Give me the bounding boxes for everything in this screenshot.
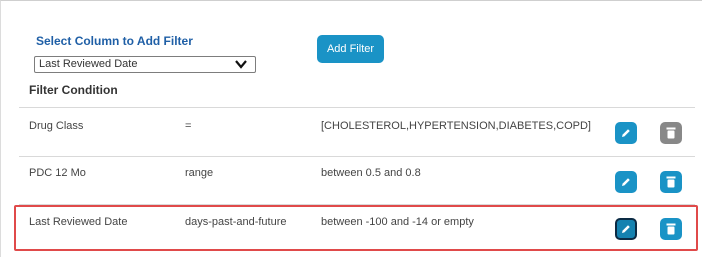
filter-condition-heading: Filter Condition	[29, 83, 118, 97]
filter-panel: Select Column to Add Filter Last Reviewe…	[0, 0, 702, 257]
highlight-box	[14, 205, 698, 251]
filter-operator: =	[185, 120, 192, 132]
filter-operator: range	[185, 167, 214, 179]
column-select[interactable]: Last Reviewed Date	[34, 56, 256, 73]
filter-column: Drug Class	[29, 120, 84, 132]
trash-icon	[666, 127, 676, 139]
add-filter-button[interactable]: Add Filter	[317, 35, 384, 63]
pencil-icon	[622, 178, 630, 186]
filter-value: [CHOLESTEROL,HYPERTENSION,DIABETES,COPD]	[321, 120, 591, 132]
edit-button[interactable]	[615, 122, 637, 144]
filter-column: PDC 12 Mo	[29, 167, 86, 179]
trash-icon	[666, 176, 676, 188]
delete-button[interactable]	[660, 122, 682, 144]
filter-row: PDC 12 Mo range between 0.5 and 0.8	[19, 157, 695, 205]
chevron-down-icon	[235, 60, 247, 69]
edit-button[interactable]	[615, 171, 637, 193]
select-column-label: Select Column to Add Filter	[36, 34, 193, 48]
pencil-icon	[622, 129, 630, 137]
column-select-value: Last Reviewed Date	[39, 58, 138, 70]
filter-row: Drug Class = [CHOLESTEROL,HYPERTENSION,D…	[19, 108, 695, 156]
filter-value: between 0.5 and 0.8	[321, 167, 421, 179]
delete-button[interactable]	[660, 171, 682, 193]
